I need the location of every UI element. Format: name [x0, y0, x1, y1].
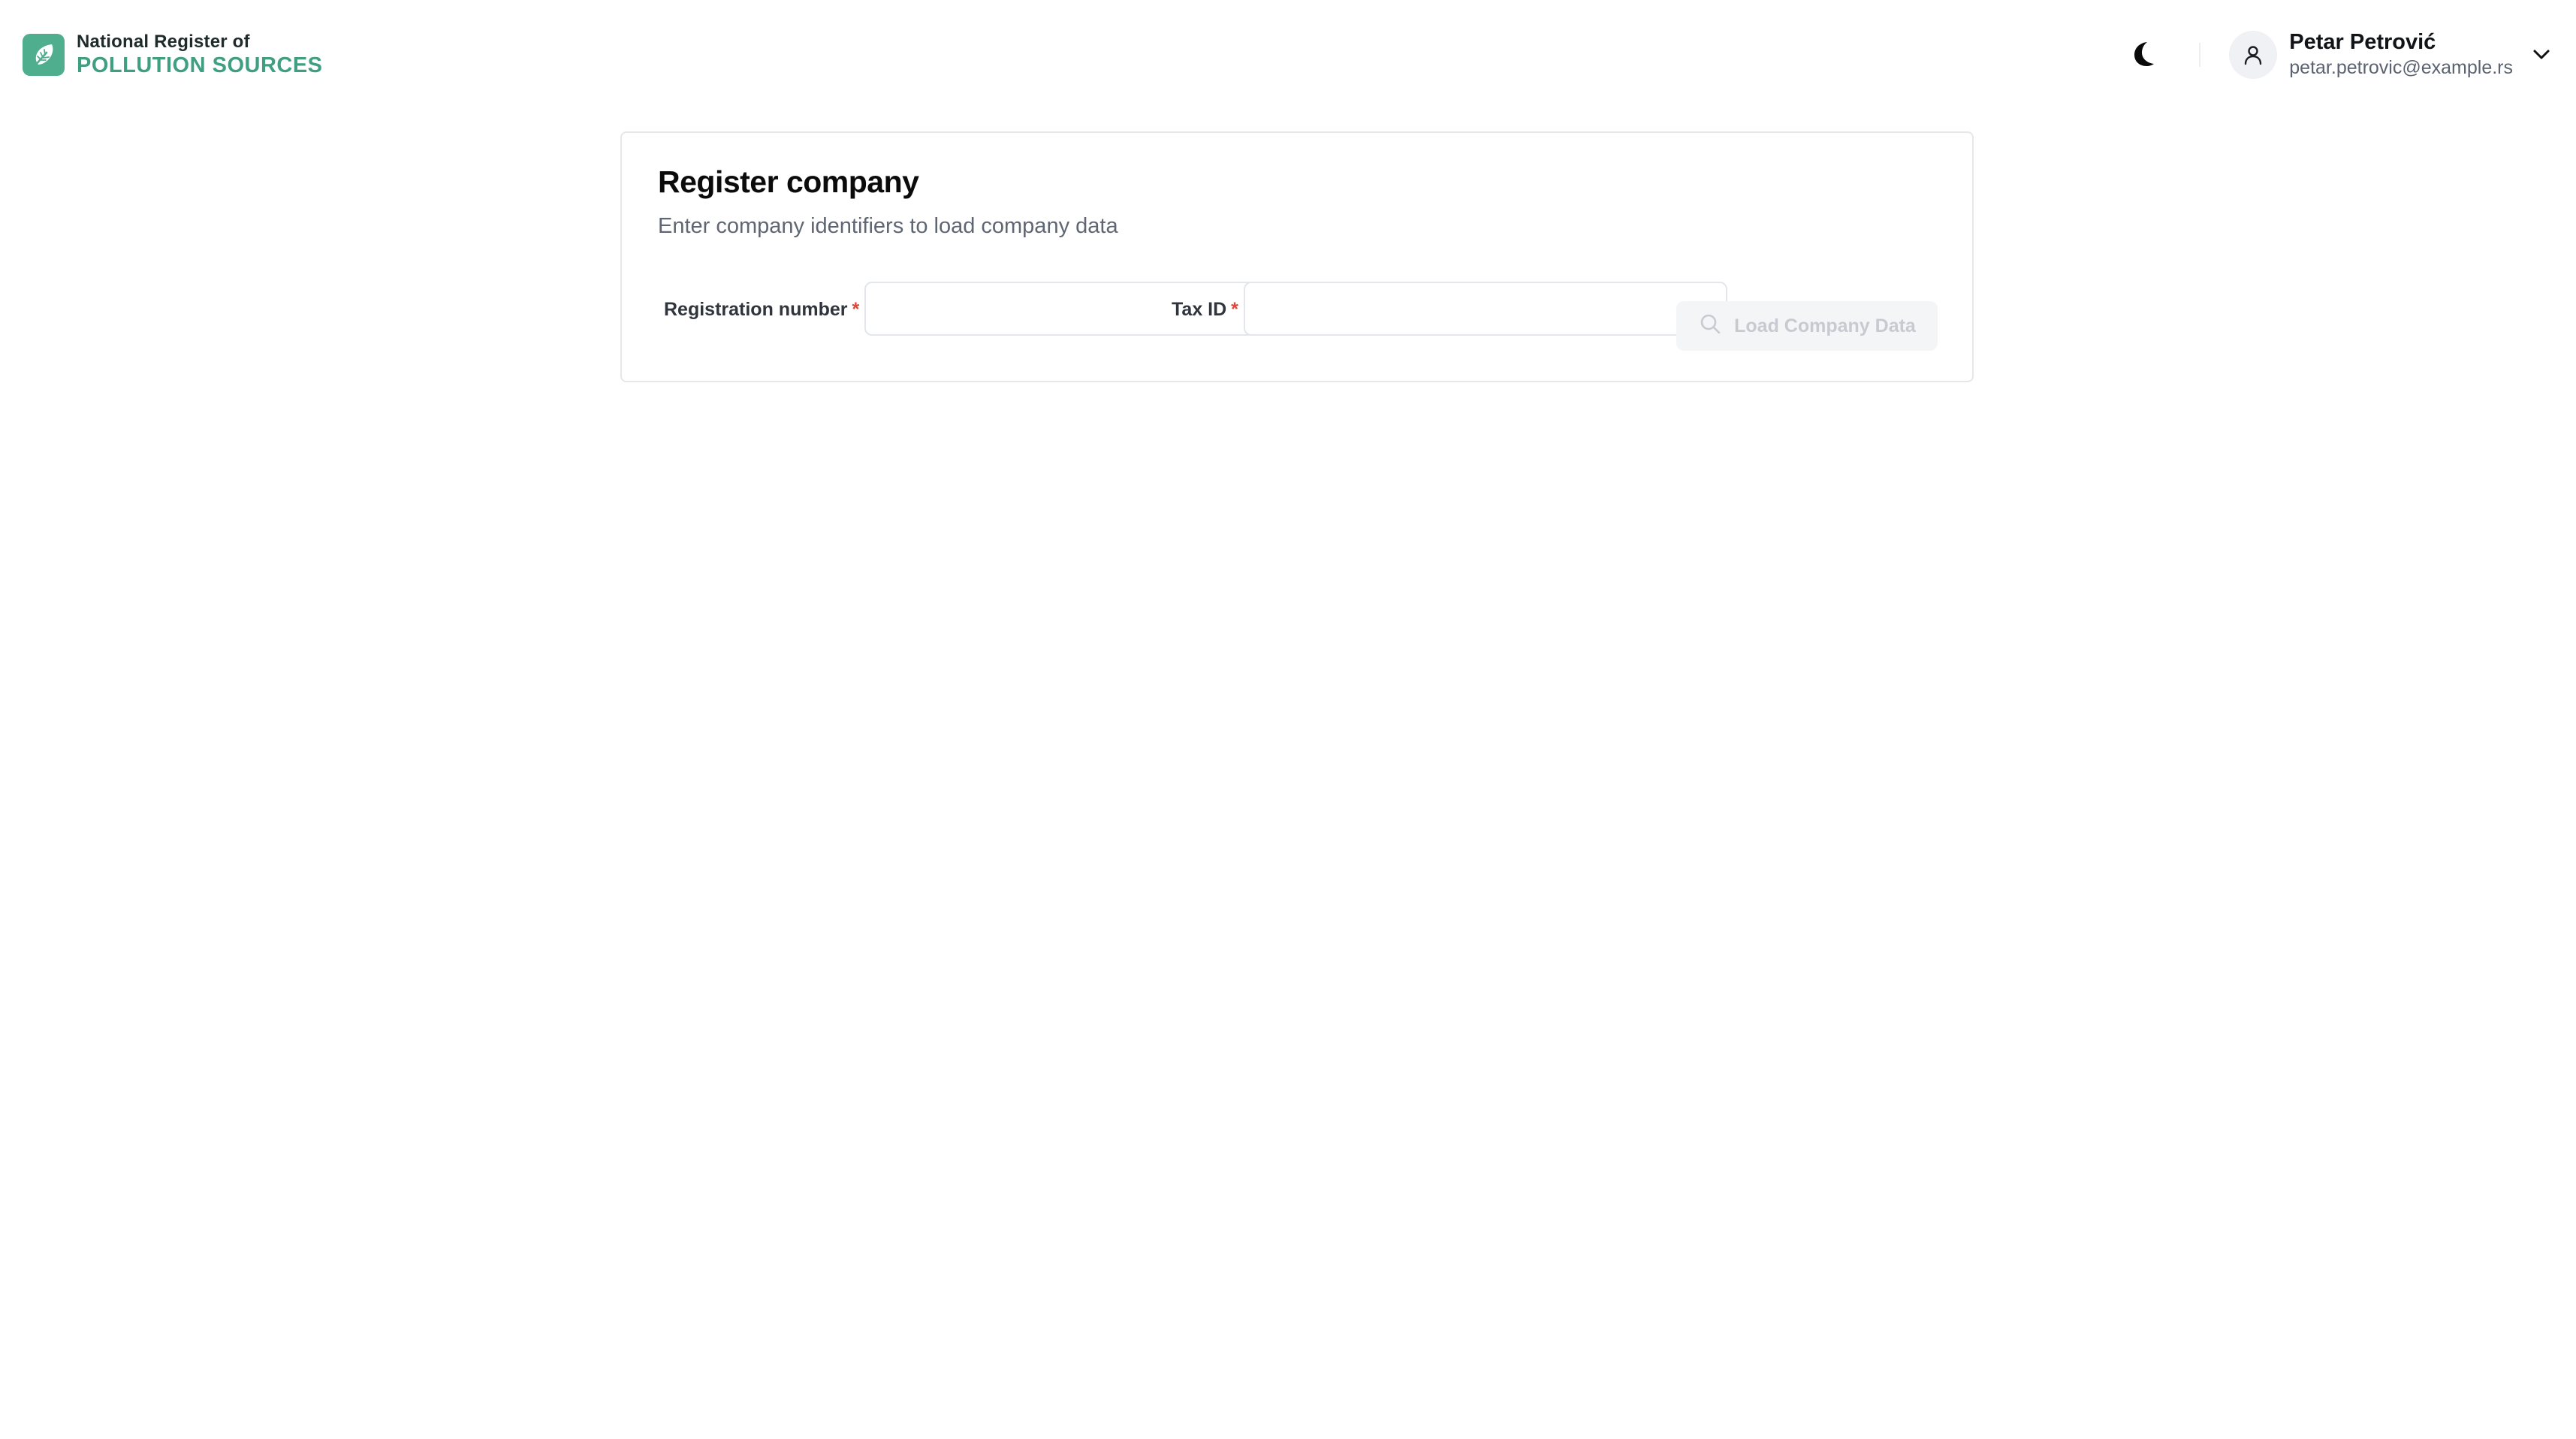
user-info: Petar Petrović petar.petrovic@example.rs: [2289, 30, 2513, 79]
load-company-data-button[interactable]: Load Company Data: [1676, 301, 1938, 351]
tax-id-input[interactable]: [1243, 282, 1727, 336]
top-header: National Register of POLLUTION SOURCES P…: [0, 0, 2576, 113]
user-icon: [2229, 31, 2278, 79]
moon-icon: [2131, 40, 2156, 71]
brand-home-link[interactable]: National Register of POLLUTION SOURCES: [23, 33, 323, 77]
chevron-down-icon: [2529, 43, 2553, 67]
tax-id-label: Tax ID *: [1172, 299, 1244, 320]
header-actions: Petar Petrović petar.petrovic@example.rs: [2122, 29, 2553, 81]
card-subtitle: Enter company identifiers to load compan…: [658, 214, 1118, 238]
tax-id-label-text: Tax ID: [1172, 299, 1227, 320]
brand-line1: National Register of: [77, 32, 250, 52]
user-email: petar.petrovic@example.rs: [2289, 57, 2513, 79]
header-divider: [2199, 43, 2201, 67]
card-title: Register company: [658, 164, 919, 199]
search-icon: [1698, 312, 1722, 341]
required-marker: *: [1231, 299, 1238, 320]
brand-name: National Register of POLLUTION SOURCES: [77, 33, 323, 77]
tax-id-field: Tax ID *: [1166, 276, 1727, 336]
theme-toggle-button[interactable]: [2122, 34, 2164, 76]
user-menu-button[interactable]: Petar Petrović petar.petrovic@example.rs: [2229, 30, 2553, 79]
leaf-icon: [23, 34, 65, 76]
user-name: Petar Petrović: [2289, 30, 2436, 55]
load-company-data-label: Load Company Data: [1734, 315, 1916, 336]
required-marker: *: [852, 299, 860, 320]
registration-number-label-text: Registration number: [664, 299, 848, 320]
registration-number-label: Registration number *: [664, 299, 864, 320]
brand-line2: POLLUTION SOURCES: [77, 53, 323, 77]
page: National Register of POLLUTION SOURCES P…: [0, 0, 2576, 1439]
register-company-card: Register company Enter company identifie…: [620, 131, 1974, 382]
